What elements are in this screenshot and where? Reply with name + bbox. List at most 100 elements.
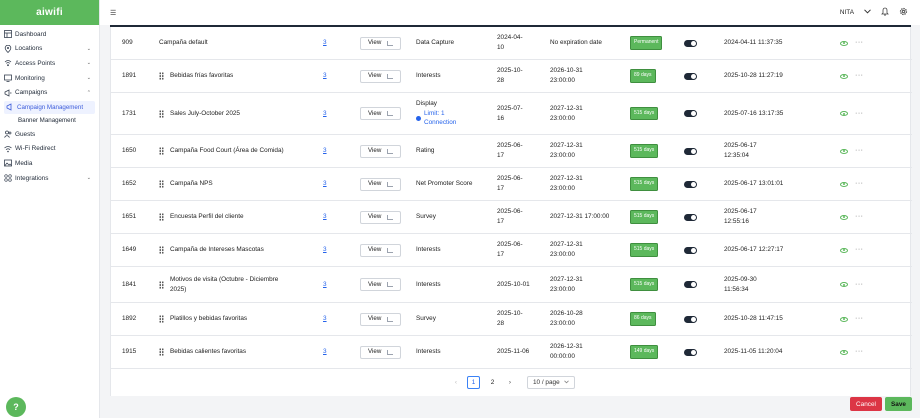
eye-icon[interactable] [840,316,848,322]
view-label: View [368,180,382,188]
page-1-button[interactable]: 1 [467,375,480,389]
more-options-icon[interactable]: ··· [855,135,864,167]
preview-cell [840,93,848,134]
eye-icon[interactable] [840,214,848,220]
more-options-icon[interactable]: ··· [855,267,864,302]
campaign-count-link[interactable]: 3 [323,135,333,167]
drag-handle-icon[interactable] [159,280,164,289]
preview-cell [840,201,848,233]
next-page-button[interactable]: › [505,379,515,386]
status-toggle[interactable] [684,246,697,254]
drag-handle-icon[interactable] [159,109,164,118]
drag-handle-icon[interactable] [159,213,164,221]
more-options-icon[interactable]: ··· [855,93,864,134]
page-2-button[interactable]: 2 [486,376,499,389]
eye-icon[interactable] [840,40,848,46]
status-toggle[interactable] [684,213,697,221]
hamburger-icon[interactable]: ☰ [110,9,116,17]
chevron-down-icon[interactable] [864,9,871,16]
status-toggle[interactable] [684,281,697,288]
status-toggle[interactable] [684,180,697,188]
user-name[interactable]: NITA [840,9,854,16]
view-cell: View [360,27,402,59]
bell-icon[interactable] [881,7,889,18]
eye-icon[interactable] [840,282,848,287]
status-toggle-cell [684,93,697,134]
help-button[interactable]: ? [6,397,26,417]
campaign-count-link[interactable]: 3 [323,303,333,335]
view-button[interactable]: View [360,278,402,291]
view-button[interactable]: View [360,177,402,191]
campaign-id: 1652 [122,180,137,188]
status-toggle-cell [684,27,697,59]
view-cell: View [360,60,402,92]
campaign-count-link[interactable]: 3 [323,168,333,200]
view-button[interactable]: View [360,312,402,326]
campaign-count-link[interactable]: 3 [323,234,333,266]
sidebar-item-guests[interactable]: Guests [0,127,99,142]
more-options-icon[interactable]: ··· [855,201,864,233]
view-button[interactable]: View [360,107,402,120]
save-button[interactable]: Save [885,397,912,411]
campaign-count-link[interactable]: 3 [323,60,333,92]
logo[interactable]: aiwifi [0,0,99,25]
campaign-count-link[interactable]: 3 [323,201,333,233]
sidebar-item-integrations[interactable]: Integrations ⌄ [0,171,99,186]
more-options-icon[interactable]: ··· [855,234,864,266]
status-toggle[interactable] [684,110,697,117]
table-row: 909 Campaña default 3 View Data Capture 2024-… [111,27,912,60]
sidebar-subitem-banner-management[interactable]: Banner Management [0,114,99,127]
campaigns-table: 909 Campaña default 3 View Data Capture 2024-… [110,27,912,396]
view-button[interactable]: View [360,144,402,158]
view-button[interactable]: View [360,69,402,83]
end-date: 2026-12-31 00:00:00 [550,343,583,360]
campaign-type-cell: Rating [416,135,488,167]
gear-icon[interactable] [899,7,908,18]
eye-icon[interactable] [840,111,848,116]
page-size-select[interactable]: 10 / page [527,375,575,389]
sidebar-item-monitoring[interactable]: Monitoring ⌄ [0,71,99,86]
sidebar-item-media[interactable]: Media [0,156,99,171]
status-toggle[interactable] [684,147,697,155]
drag-handle-icon[interactable] [159,180,164,188]
sidebar-item-label: Guests [15,130,36,138]
drag-handle-icon[interactable] [159,315,164,323]
duration-badge-cell: 515 days [630,234,659,266]
view-button[interactable]: View [360,36,402,50]
sidebar-item-access-points[interactable]: Access Points ⌄ [0,56,99,71]
drag-handle-icon[interactable] [159,72,164,80]
campaign-count-link[interactable]: 3 [323,336,333,368]
more-options-icon[interactable]: ··· [855,27,864,59]
sidebar-item-locations[interactable]: Locations ⌄ [0,42,99,57]
campaign-count-link[interactable]: 3 [323,267,333,302]
sidebar-item-wi-fi-redirect[interactable]: Wi-Fi Redirect [0,142,99,157]
eye-icon[interactable] [840,73,848,79]
sidebar-item-campaigns[interactable]: Campaigns ⌃ [0,85,99,100]
drag-handle-icon[interactable] [159,348,164,356]
campaign-count-link[interactable]: 3 [323,93,333,134]
drag-handle-icon[interactable] [159,246,164,254]
view-button[interactable]: View [360,210,402,224]
view-button[interactable]: View [360,345,402,359]
more-options-icon[interactable]: ··· [855,168,864,200]
more-options-icon[interactable]: ··· [855,60,864,92]
eye-icon[interactable] [840,247,848,253]
more-options-icon[interactable]: ··· [855,303,864,335]
cancel-button[interactable]: Cancel [850,397,882,411]
status-toggle[interactable] [684,348,697,356]
status-toggle[interactable] [684,72,697,80]
campaign-count-link[interactable]: 3 [323,27,333,59]
sidebar-subitem-label: Campaign Management [17,103,84,111]
more-options-icon[interactable]: ··· [855,336,864,368]
eye-icon[interactable] [840,349,848,355]
sidebar-item-dashboard[interactable]: Dashboard [0,27,99,42]
drag-handle-icon[interactable] [159,147,164,155]
sidebar-subitem-campaign-management[interactable]: Campaign Management [4,100,95,114]
eye-icon[interactable] [840,181,848,187]
view-button[interactable]: View [360,243,402,257]
status-toggle[interactable] [684,315,697,323]
status-toggle[interactable] [684,39,697,47]
bar-chart-icon [387,148,394,154]
eye-icon[interactable] [840,148,848,154]
prev-page-button[interactable]: ‹ [451,379,461,386]
